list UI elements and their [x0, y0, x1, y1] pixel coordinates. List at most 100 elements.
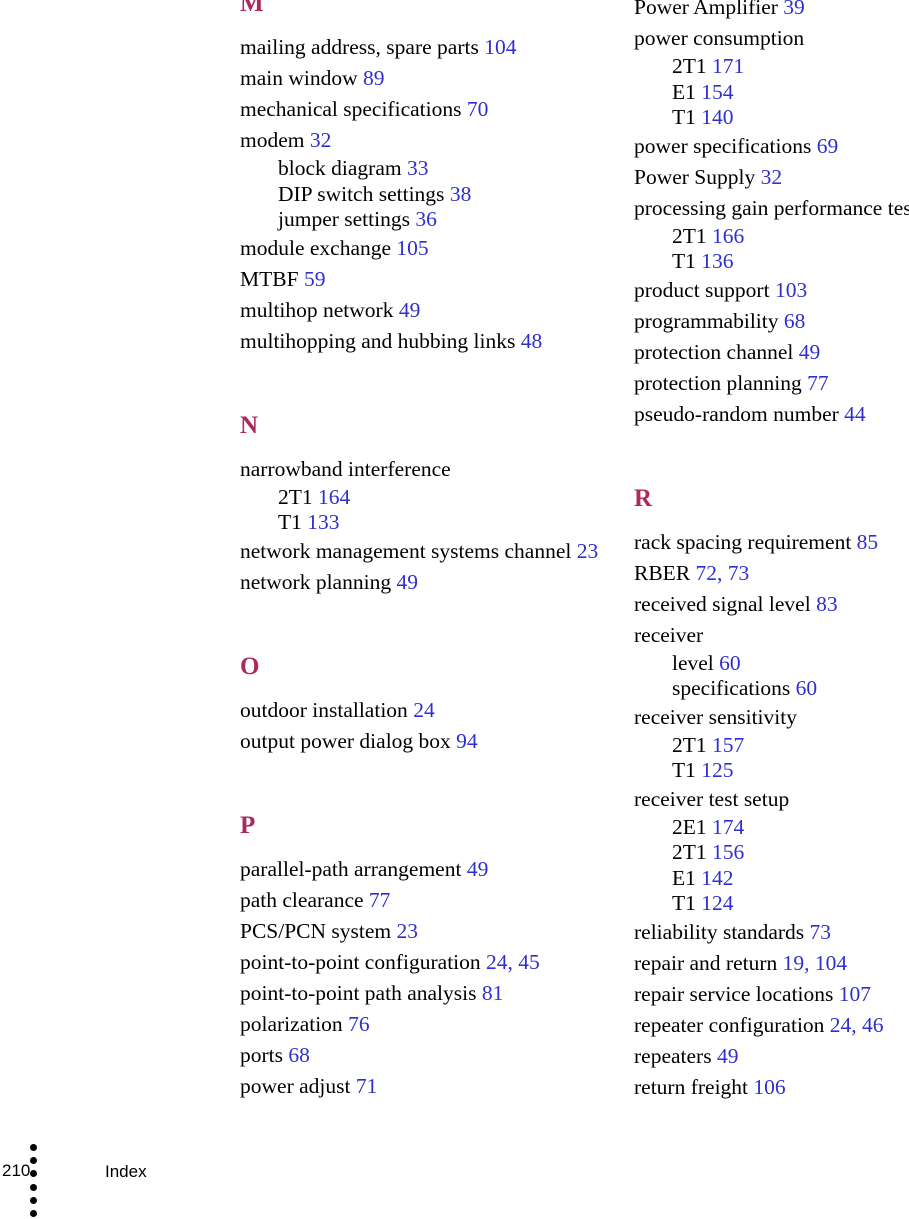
index-entry: output power dialog box 94 [240, 726, 610, 757]
index-page-reference[interactable]: 49 [717, 1044, 739, 1068]
footer-bullet-dot [30, 1170, 37, 1178]
index-page-reference[interactable]: 104 [484, 35, 516, 59]
index-page-reference[interactable]: 60 [796, 676, 818, 700]
index-page-reference[interactable]: 174 [712, 815, 744, 839]
index-term: module exchange [240, 235, 392, 260]
index-page-reference[interactable]: 24, 46 [830, 1013, 884, 1037]
index-subentry: T1 133 [240, 510, 610, 536]
index-page-reference[interactable]: 136 [701, 249, 733, 273]
index-term: outdoor installation [240, 697, 408, 722]
index-entry: ports 68 [240, 1040, 610, 1071]
index-subentry: E1 142 [634, 866, 909, 892]
index-subentry: DIP switch settings 38 [240, 182, 610, 208]
index-term: T1 [278, 510, 302, 534]
index-term: 2T1 [672, 732, 707, 757]
index-page-reference[interactable]: 49 [399, 298, 421, 322]
index-entry: Power Amplifier 39 [634, 0, 909, 23]
index-entry: product support 103 [634, 275, 909, 306]
index-page-reference[interactable]: 72, 73 [696, 561, 750, 585]
index-page-reference[interactable]: 71 [356, 1074, 378, 1098]
index-page-reference[interactable]: 68 [784, 309, 806, 333]
index-subentry: block diagram 33 [240, 156, 610, 182]
index-page-reference[interactable]: 49 [799, 340, 821, 364]
index-page-reference[interactable]: 166 [712, 224, 744, 248]
index-page-reference[interactable]: 36 [415, 207, 437, 231]
index-entry: power specifications 69 [634, 131, 909, 162]
index-term: repeaters [634, 1043, 712, 1068]
index-page-reference[interactable]: 77 [807, 371, 829, 395]
index-page-reference[interactable]: 76 [348, 1012, 370, 1036]
index-term: 2E1 [672, 814, 707, 839]
index-page-reference[interactable]: 85 [857, 530, 879, 554]
index-page-reference[interactable]: 107 [839, 982, 871, 1006]
index-entry: power adjust 71 [240, 1071, 610, 1102]
index-page-reference[interactable]: 133 [307, 510, 339, 534]
index-page-reference[interactable]: 48 [521, 329, 543, 353]
index-subentry: T1 125 [634, 758, 909, 784]
index-entry: path clearance 77 [240, 885, 610, 916]
index-page-reference[interactable]: 69 [817, 134, 839, 158]
index-subentry: 2T1 166 [634, 224, 909, 250]
index-page-reference[interactable]: 125 [701, 758, 733, 782]
index-page-reference[interactable]: 154 [701, 80, 733, 104]
index-term: main window [240, 66, 358, 90]
index-page-reference[interactable]: 59 [304, 267, 326, 291]
index-page-reference[interactable]: 33 [407, 156, 429, 180]
index-term: 2T1 [672, 223, 707, 248]
index-page-reference[interactable]: 171 [712, 54, 744, 78]
index-page-reference[interactable]: 124 [701, 891, 733, 915]
index-page-reference[interactable]: 77 [369, 888, 391, 912]
index-page-reference[interactable]: 89 [363, 66, 385, 90]
index-page-reference[interactable]: 94 [456, 729, 478, 753]
index-term: power consumption [634, 26, 805, 50]
index-page-reference[interactable]: 142 [701, 866, 733, 890]
index-term: Power Amplifier [634, 0, 778, 19]
index-term: power specifications [634, 133, 812, 158]
index-term: E1 [672, 79, 696, 104]
index-term: pseudo-random number [634, 401, 839, 426]
index-page-reference[interactable]: 103 [775, 278, 807, 302]
index-term: receiver sensitivity [634, 704, 797, 729]
index-page-reference[interactable]: 32 [761, 165, 783, 189]
index-entry: outdoor installation 24 [240, 695, 610, 726]
index-page-reference[interactable]: 23 [397, 919, 419, 943]
index-page-reference[interactable]: 49 [467, 857, 489, 881]
index-subentry: 2T1 171 [634, 54, 909, 80]
index-entry: received signal level 83 [634, 589, 909, 620]
index-page-reference[interactable]: 106 [753, 1075, 785, 1099]
footer-section-label: Index [105, 1162, 147, 1181]
index-page-reference[interactable]: 68 [288, 1043, 310, 1067]
index-page-reference[interactable]: 23 [577, 539, 599, 563]
index-page-reference[interactable]: 24 [413, 698, 435, 722]
index-page-reference[interactable]: 140 [701, 105, 733, 129]
index-page-reference[interactable]: 44 [844, 402, 866, 426]
index-term: mechanical specifications [240, 97, 462, 121]
index-page-reference[interactable]: 81 [482, 981, 504, 1005]
index-page-reference[interactable]: 156 [712, 840, 744, 864]
footer-bullet-rail [30, 1144, 40, 1219]
index-term: 2T1 [672, 54, 707, 78]
index-page-reference[interactable]: 83 [816, 592, 838, 616]
index-page-reference[interactable]: 60 [719, 651, 741, 675]
index-subentry: T1 136 [634, 249, 909, 275]
index-term: narrowband interference [240, 456, 451, 481]
index-term: protection channel [634, 339, 794, 364]
index-page-reference[interactable]: 19, 104 [783, 951, 848, 975]
index-entry: programmability 68 [634, 306, 909, 337]
index-page-reference[interactable]: 32 [310, 128, 332, 152]
index-page-reference[interactable]: 49 [396, 570, 418, 594]
index-term: repair service locations [634, 981, 834, 1006]
index-page-reference[interactable]: 157 [712, 733, 744, 757]
index-entry: processing gain performance test [634, 193, 909, 224]
index-term: MTBF [240, 266, 299, 291]
index-page-reference[interactable]: 38 [450, 182, 472, 206]
index-page-reference[interactable]: 24, 45 [486, 950, 540, 974]
index-page-reference[interactable]: 39 [783, 0, 805, 19]
index-page-reference[interactable]: 73 [810, 920, 832, 944]
index-page-reference[interactable]: 105 [396, 236, 428, 260]
index-entry: Power Supply 32 [634, 162, 909, 193]
index-page-reference[interactable]: 164 [318, 485, 350, 509]
index-page-reference[interactable]: 70 [467, 97, 489, 121]
